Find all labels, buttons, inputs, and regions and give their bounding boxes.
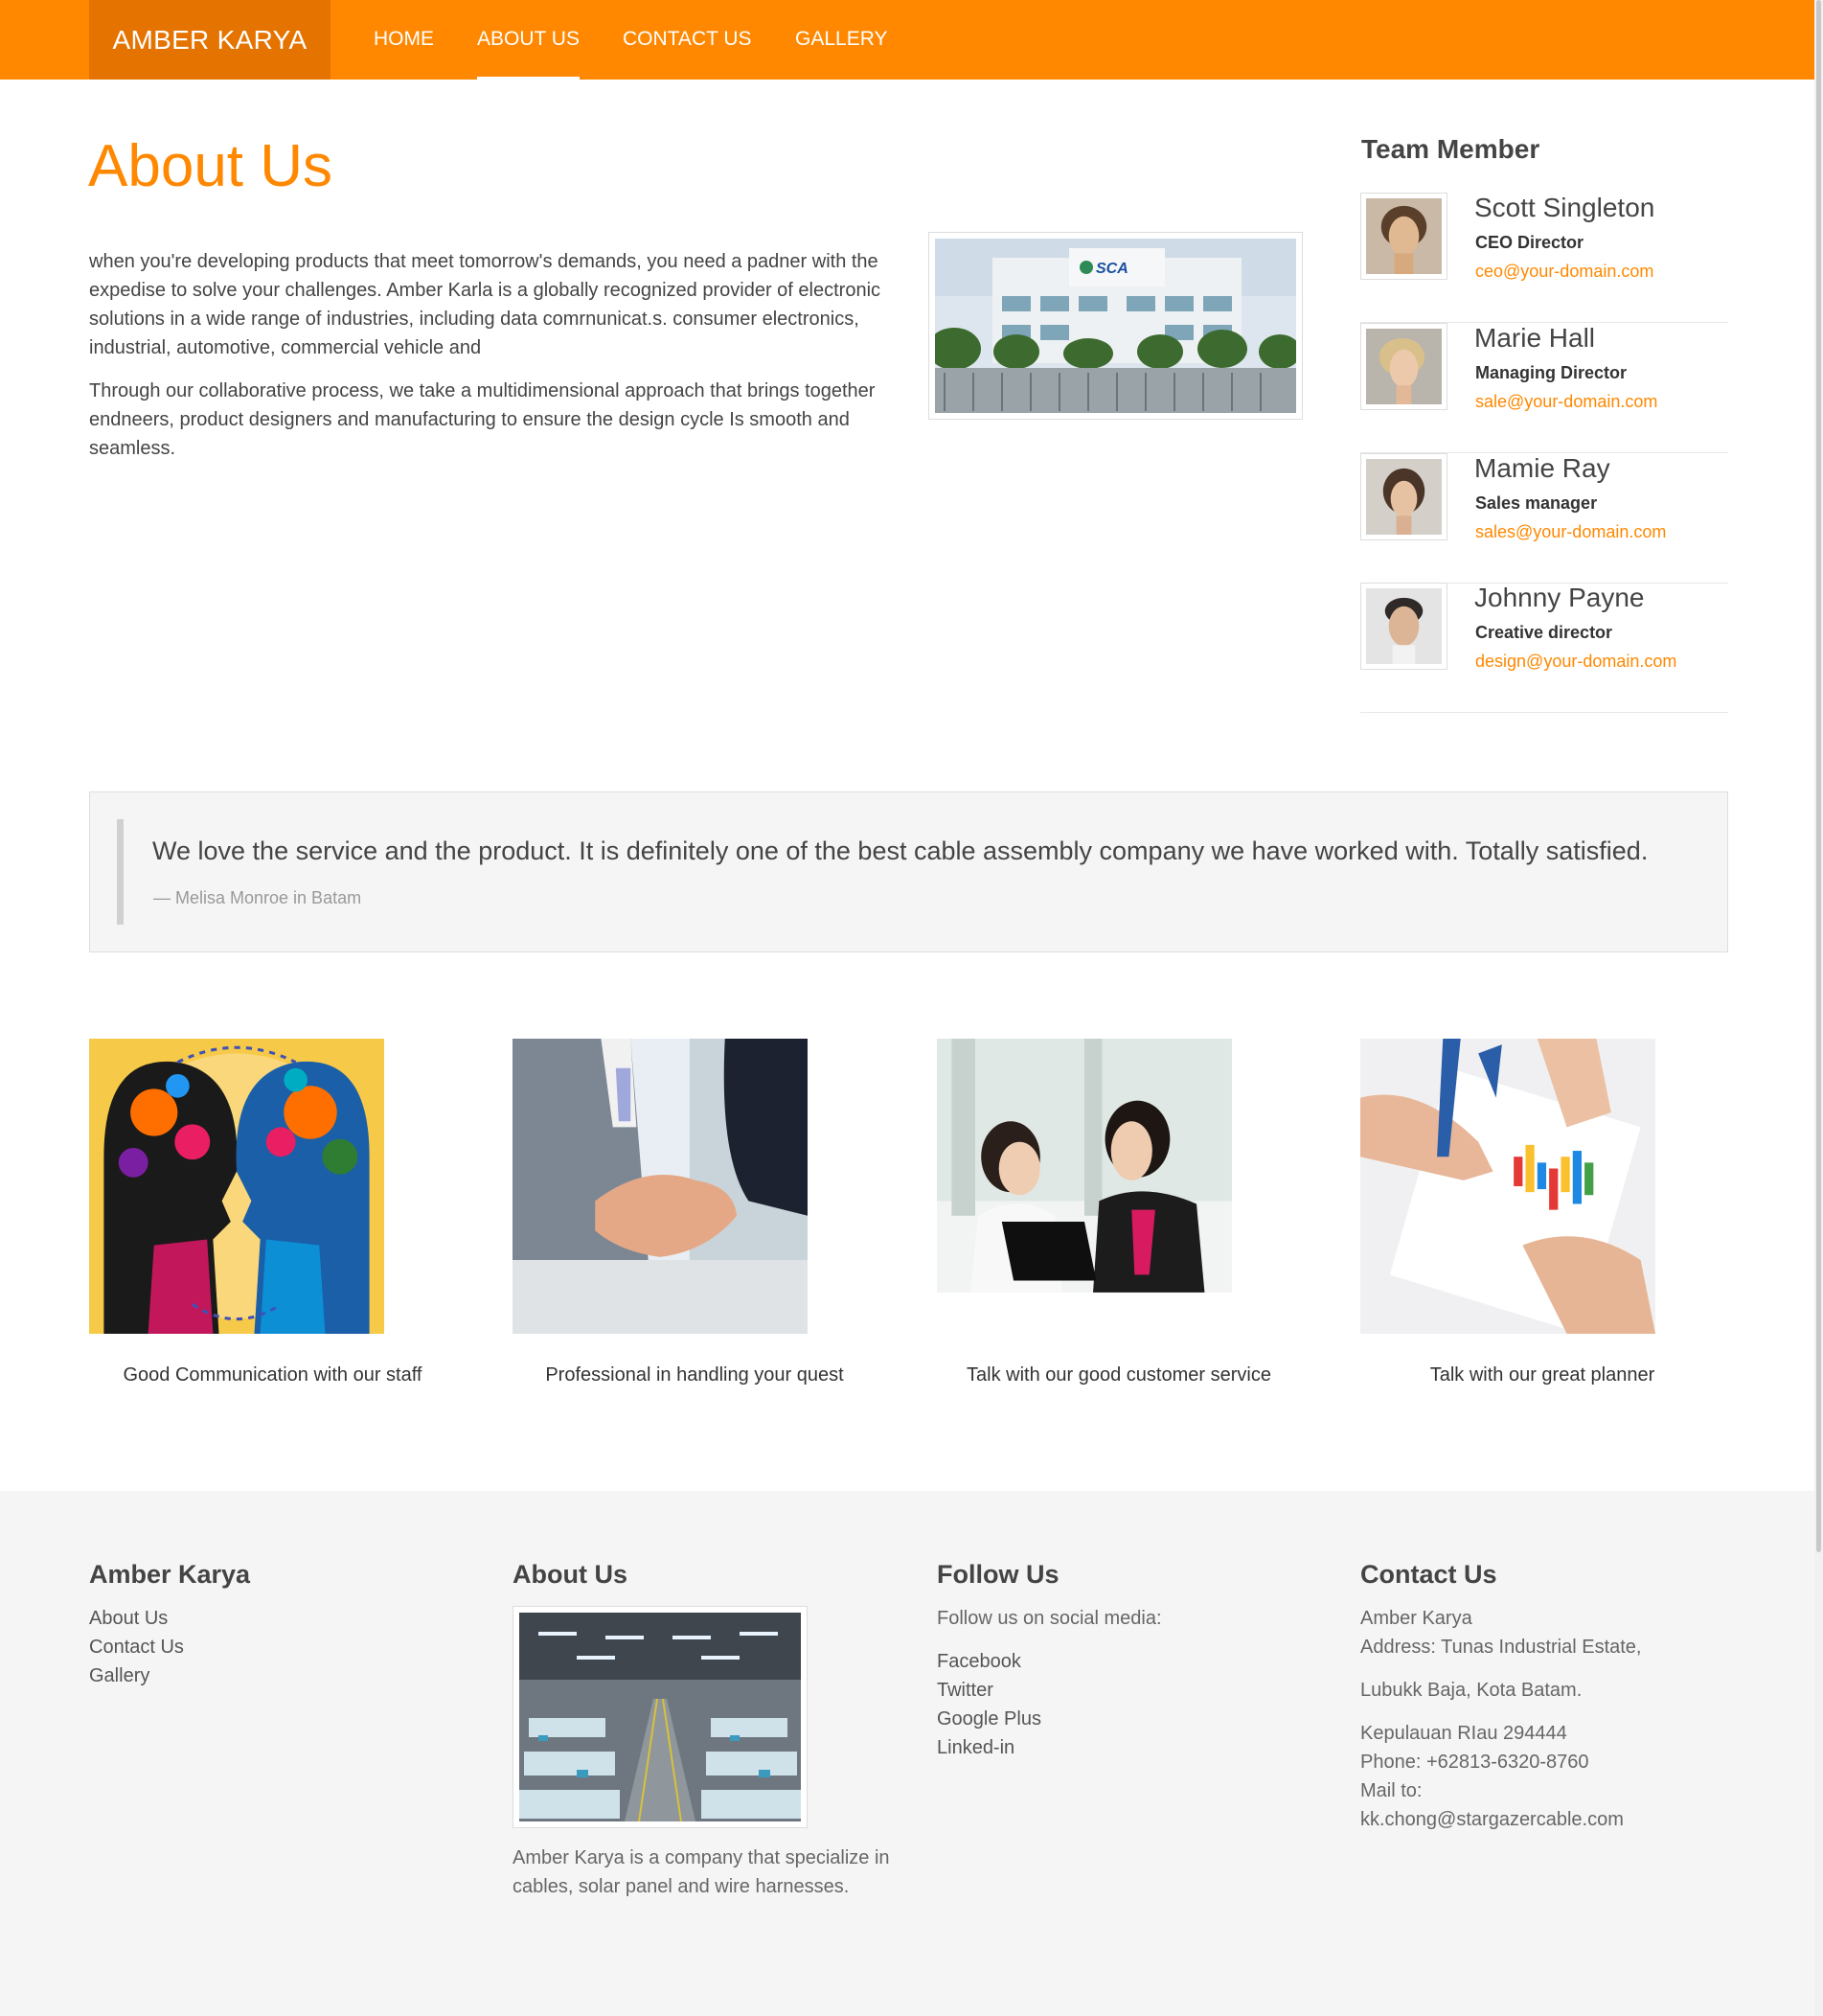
footer-link-linkedin[interactable]: Linked-in bbox=[937, 1733, 1014, 1762]
footer-address-line-2: Lubukk Baja, Kota Batam. bbox=[1360, 1680, 1583, 1701]
member-email-link[interactable]: sale@your-domain.com bbox=[1475, 392, 1657, 412]
member-email-link[interactable]: sales@your-domain.com bbox=[1475, 522, 1666, 542]
nav-about-us[interactable]: ABOUT US bbox=[477, 0, 580, 80]
team-member-card: Mamie Ray Sales manager sales@your-domai… bbox=[1360, 453, 1728, 584]
customer-service-image bbox=[937, 1039, 1232, 1334]
footer-link-gallery[interactable]: Gallery bbox=[89, 1661, 149, 1690]
footer-about-text: Amber Karya is a company that specialize… bbox=[513, 1847, 890, 1897]
member-name: Johnny Payne bbox=[1474, 583, 1645, 612]
feature-caption: Good Communication with our staff bbox=[123, 1364, 422, 1386]
about-paragraph-1: when you're developing products that mee… bbox=[89, 251, 881, 358]
footer-brand-title: Amber Karya bbox=[89, 1560, 251, 1589]
avatar bbox=[1360, 193, 1447, 280]
quote-border-bar bbox=[117, 819, 124, 925]
footer-follow-intro: Follow us on social media: bbox=[937, 1608, 1162, 1629]
avatar bbox=[1360, 323, 1447, 410]
footer-follow-title: Follow Us bbox=[937, 1560, 1060, 1589]
about-description: when you're developing products that mee… bbox=[89, 247, 889, 477]
footer-link-facebook[interactable]: Facebook bbox=[937, 1647, 1021, 1676]
team-title: Team Member bbox=[1361, 134, 1540, 164]
site-footer: Amber Karya About Us Contact Us Gallery … bbox=[0, 1491, 1814, 2016]
footer-phone: Phone: +62813-6320-8760 bbox=[1360, 1752, 1589, 1773]
footer-email-link[interactable]: kk.chong@stargazercable.com bbox=[1360, 1805, 1624, 1834]
feature-caption: Talk with our good customer service bbox=[967, 1364, 1271, 1386]
member-name: Mamie Ray bbox=[1474, 453, 1610, 483]
member-name: Scott Singleton bbox=[1474, 193, 1655, 222]
page-scrollbar[interactable] bbox=[1814, 0, 1823, 2016]
footer-contact-title: Contact Us bbox=[1360, 1560, 1497, 1589]
nav-contact-us[interactable]: CONTACT US bbox=[623, 0, 752, 80]
nav-gallery[interactable]: GALLERY bbox=[795, 0, 888, 80]
factory-photo bbox=[513, 1606, 808, 1828]
top-navbar: AMBER KARYA HOME ABOUT US CONTACT US GAL… bbox=[0, 0, 1814, 80]
avatar bbox=[1360, 453, 1447, 540]
member-role: Sales manager bbox=[1475, 493, 1598, 513]
avatar bbox=[1360, 583, 1447, 670]
team-member-card: Johnny Payne Creative director design@yo… bbox=[1360, 583, 1728, 713]
member-email-link[interactable]: design@your-domain.com bbox=[1475, 652, 1676, 672]
footer-address-line-3: Kepulauan RIau 294444 bbox=[1360, 1723, 1567, 1744]
footer-about-title: About Us bbox=[513, 1560, 627, 1589]
planner-image bbox=[1360, 1039, 1655, 1334]
team-member-card: Marie Hall Managing Director sale@your-d… bbox=[1360, 323, 1728, 453]
nav-home[interactable]: HOME bbox=[374, 0, 434, 80]
member-role: Managing Director bbox=[1475, 363, 1628, 382]
building-sign-text: SCA bbox=[1096, 261, 1128, 277]
member-role: CEO Director bbox=[1475, 233, 1584, 252]
testimonial-cite: — Melisa Monroe in Batam bbox=[153, 888, 362, 907]
member-name: Marie Hall bbox=[1474, 323, 1596, 353]
testimonial-text: We love the service and the product. It … bbox=[152, 836, 1649, 865]
brand-logo-link[interactable]: AMBER KARYA bbox=[89, 0, 330, 80]
communication-image bbox=[89, 1039, 384, 1334]
footer-mail-label: Mail to: bbox=[1360, 1780, 1423, 1801]
feature-caption: Talk with our great planner bbox=[1429, 1364, 1655, 1386]
member-email-link[interactable]: ceo@your-domain.com bbox=[1475, 262, 1653, 282]
footer-link-contact-us[interactable]: Contact Us bbox=[89, 1633, 184, 1661]
footer-link-twitter[interactable]: Twitter bbox=[937, 1676, 993, 1705]
member-role: Creative director bbox=[1475, 623, 1613, 642]
about-paragraph-2: Through our collaborative process, we ta… bbox=[89, 380, 876, 459]
building-image: SCA bbox=[927, 239, 1301, 413]
factory-image bbox=[519, 1613, 801, 1822]
footer-link-about-us[interactable]: About Us bbox=[89, 1604, 168, 1633]
handshake-image bbox=[513, 1039, 808, 1334]
footer-address-line-1: Address: Tunas Industrial Estate, bbox=[1360, 1637, 1642, 1658]
page-title: About Us bbox=[88, 133, 333, 199]
feature-caption: Professional in handling your quest bbox=[545, 1364, 844, 1386]
testimonial-blockquote: We love the service and the product. It … bbox=[89, 791, 1728, 952]
scrollbar-thumb[interactable] bbox=[1816, 0, 1821, 1552]
footer-link-google-plus[interactable]: Google Plus bbox=[937, 1705, 1041, 1733]
team-member-card: Scott Singleton CEO Director ceo@your-do… bbox=[1360, 193, 1728, 323]
footer-company-name: Amber Karya bbox=[1360, 1608, 1472, 1629]
company-building-photo: SCA bbox=[927, 232, 1303, 420]
